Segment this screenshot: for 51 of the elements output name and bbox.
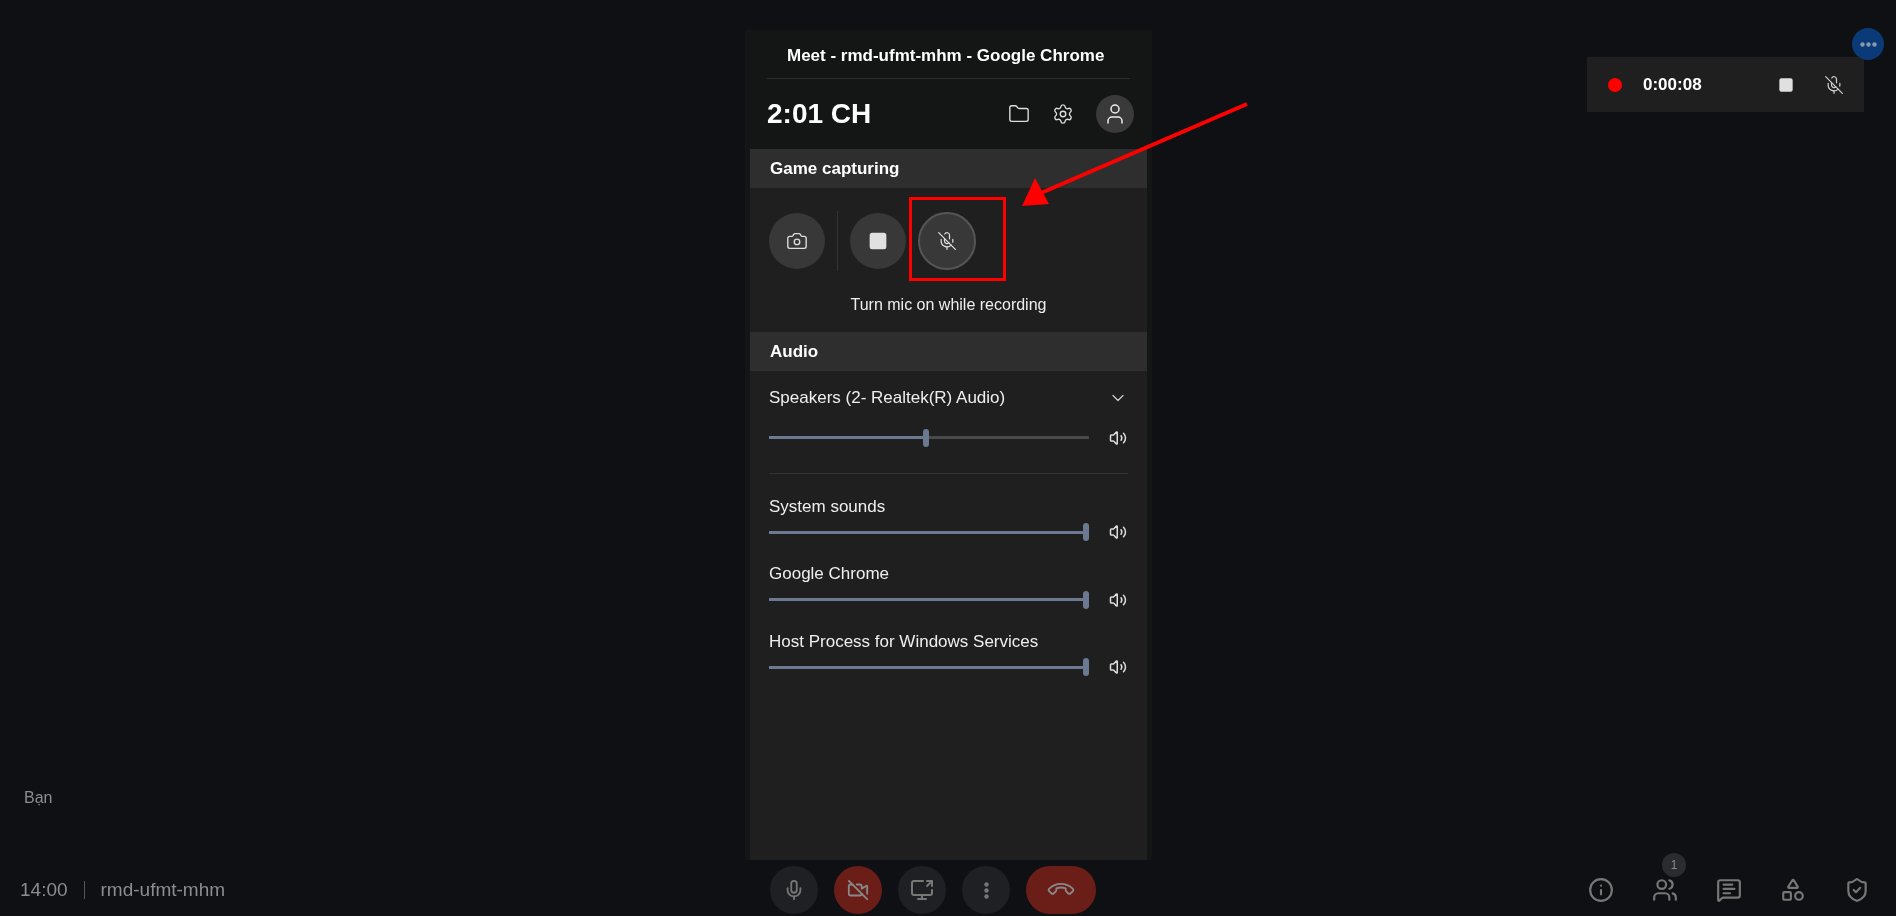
- mic-toggle-button[interactable]: [918, 212, 976, 270]
- speaker-icon[interactable]: [1109, 590, 1127, 609]
- screenshot-button[interactable]: [769, 213, 825, 269]
- leave-call-button[interactable]: [1026, 866, 1096, 914]
- stop-icon[interactable]: [1778, 76, 1794, 93]
- section-title: Game capturing: [770, 157, 900, 180]
- volume-slider[interactable]: [769, 658, 1089, 676]
- camera-off-icon: [847, 879, 869, 901]
- camera-button[interactable]: [834, 866, 882, 914]
- folder-icon[interactable]: [1008, 103, 1030, 125]
- volume-slider[interactable]: [769, 428, 1089, 447]
- slider-thumb[interactable]: [923, 428, 929, 447]
- meeting-code: rmd-ufmt-mhm: [100, 877, 226, 902]
- present-screen-icon: [910, 878, 934, 902]
- microphone-button[interactable]: [770, 866, 818, 914]
- stop-icon: [868, 231, 888, 251]
- app-name: System sounds: [769, 495, 887, 518]
- volume-slider[interactable]: [769, 523, 1089, 541]
- window-title: Meet - rmd-ufmt-mhm - Google Chrome: [787, 45, 1105, 68]
- people-icon[interactable]: [1652, 877, 1678, 903]
- microphone-off-icon[interactable]: [1824, 74, 1844, 95]
- speaker-icon[interactable]: [1109, 523, 1127, 541]
- camera-icon: [786, 230, 808, 252]
- shield-icon[interactable]: [1844, 877, 1870, 903]
- more-icon: [983, 881, 989, 899]
- speaker-icon[interactable]: [1109, 658, 1127, 676]
- profile-button[interactable]: [1096, 95, 1134, 133]
- ellipsis-icon: [1859, 41, 1877, 47]
- output-device-name: Speakers (2- Realtek(R) Audio): [769, 387, 1006, 409]
- app-name: Google Chrome: [769, 563, 890, 585]
- slider-thumb[interactable]: [1083, 658, 1089, 676]
- section-title: Audio: [770, 340, 819, 363]
- slider-thumb[interactable]: [1083, 590, 1089, 609]
- settings-icon[interactable]: [1052, 103, 1074, 125]
- present-screen-button[interactable]: [898, 866, 946, 914]
- microphone-off-icon: [937, 231, 957, 251]
- recording-elapsed-time: 0:00:08: [1643, 73, 1702, 96]
- participant-name: Bạn: [24, 788, 53, 808]
- more-options-button[interactable]: [1852, 28, 1884, 60]
- slider-thumb[interactable]: [1083, 523, 1089, 541]
- info-icon[interactable]: [1588, 877, 1614, 903]
- app-name: Host Process for Windows Services: [769, 630, 1040, 653]
- people-count-badge: 1: [1662, 853, 1686, 877]
- volume-slider[interactable]: [769, 590, 1089, 609]
- chat-icon[interactable]: [1716, 877, 1742, 903]
- shapes-icon[interactable]: [1780, 877, 1806, 903]
- speaker-icon[interactable]: [1109, 428, 1127, 447]
- meeting-time: 14:00: [20, 877, 68, 902]
- clock-time: 2:01 CH: [767, 97, 872, 131]
- stop-recording-button[interactable]: [850, 213, 906, 269]
- mic-caption: Turn mic on while recording: [850, 295, 1047, 315]
